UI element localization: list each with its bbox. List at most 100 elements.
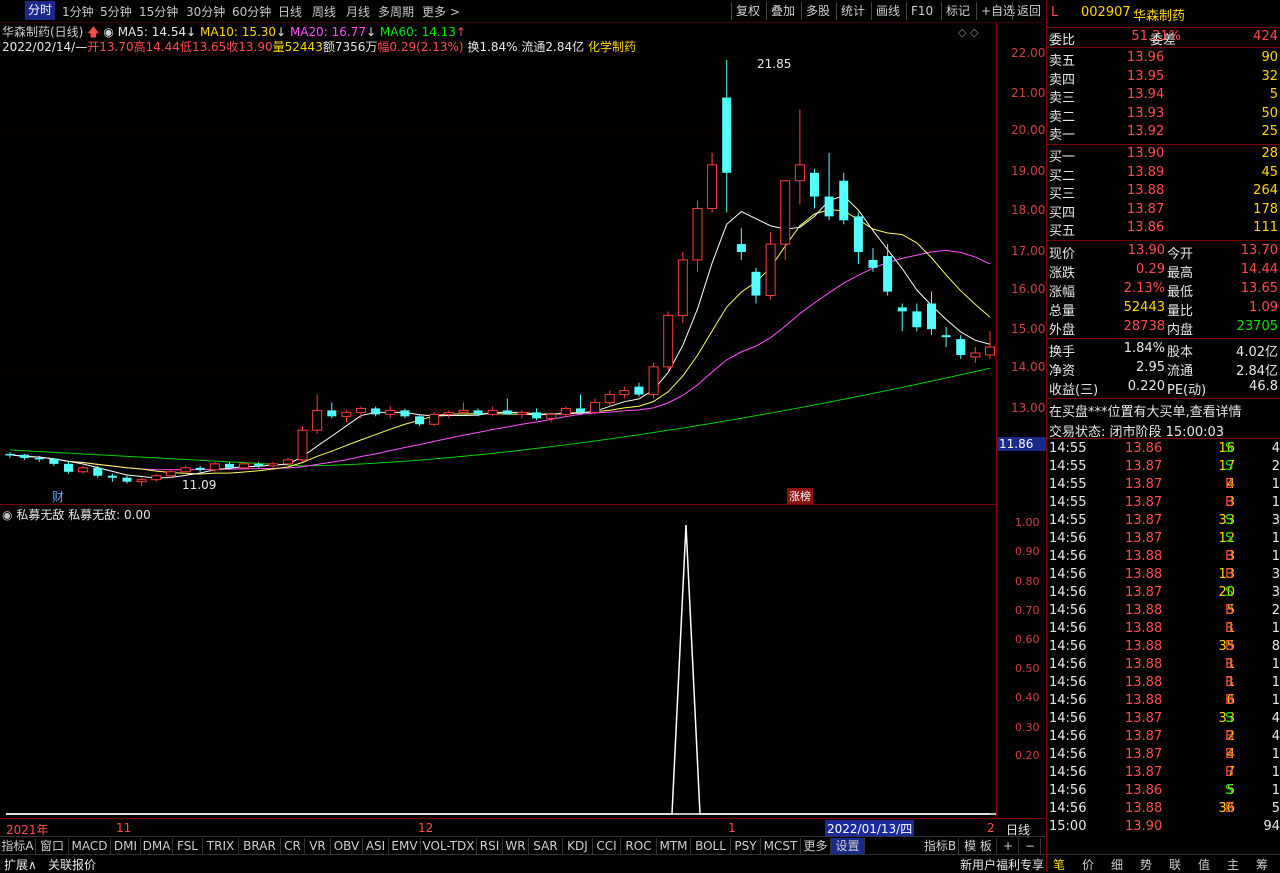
indicator-tab-18[interactable]: CCI: [593, 838, 621, 854]
indicator-tab-25[interactable]: 设置: [831, 838, 865, 854]
big-order-notice[interactable]: 在买盘***位置有大买单,查看详情: [1049, 401, 1242, 420]
indicator-chart[interactable]: [0, 505, 996, 818]
toolbar-button-1[interactable]: 叠加: [766, 2, 799, 20]
quote-tab-1[interactable]: 价: [1082, 856, 1094, 873]
quote-tab-0[interactable]: 笔: [1053, 856, 1065, 873]
indicator-tab-20[interactable]: MTM: [657, 838, 691, 854]
indicator-tab-17[interactable]: KDJ: [563, 838, 593, 854]
quote-tab-5[interactable]: 值: [1198, 856, 1210, 873]
tick-price: 13.87: [1125, 747, 1163, 762]
indicator-tab-6[interactable]: TRIX: [203, 838, 239, 854]
bid-label: 买四: [1049, 205, 1076, 221]
toolbar-button-2[interactable]: 多股: [801, 2, 834, 20]
indicator-tab-12[interactable]: EMV: [389, 838, 421, 854]
indicator-tab-22[interactable]: PSY: [731, 838, 761, 854]
candle-body: [824, 196, 834, 217]
indicator-tab-23[interactable]: MCST: [761, 838, 801, 854]
toolbar-button-0[interactable]: 复权: [731, 2, 764, 20]
toolbar-button-3[interactable]: 统计: [836, 2, 869, 20]
timeframe-6[interactable]: 日线: [278, 3, 302, 20]
ma5-line: [9, 195, 991, 479]
indicator-tab-24[interactable]: 更多: [801, 838, 831, 854]
up-arrow-icon: ↑: [455, 25, 466, 39]
indicator-tab-0[interactable]: 指标A: [0, 838, 36, 854]
indicator-tab-14[interactable]: RSI: [477, 838, 503, 854]
quote-panel: L 002907 华森制药 委比 51.21% 委差 424 卖五 13.96 90 卖四 13.95…: [1046, 0, 1280, 873]
toolbar-button-5[interactable]: F10: [906, 2, 937, 20]
stat-value: 0.29: [1136, 262, 1165, 277]
ask-volume: 90: [1261, 50, 1278, 65]
settings-circle-icon[interactable]: ◉: [103, 25, 113, 39]
candle-body: [663, 314, 674, 368]
tick-row: 14:56 13.88 13 B 3: [1047, 567, 1280, 585]
indicator-tab-10[interactable]: OBV: [331, 838, 363, 854]
right-tab-0[interactable]: 指标B: [922, 838, 959, 854]
candle-body: [956, 339, 966, 355]
timeframe-7[interactable]: 周线: [312, 3, 336, 20]
quote-tab-2[interactable]: 细: [1111, 856, 1123, 873]
timeframe-9[interactable]: 多周期: [378, 3, 414, 20]
stat-row: 总量 52443 量比 1.09: [1047, 300, 1280, 319]
stat-value: 52443: [1123, 300, 1165, 315]
quote-tab-3[interactable]: 势: [1140, 856, 1152, 873]
timeframe-1[interactable]: 1分钟: [62, 3, 94, 20]
timeframe-2[interactable]: 5分钟: [100, 3, 132, 20]
indicator-tab-15[interactable]: WR: [503, 838, 529, 854]
timeframe-8[interactable]: 月线: [346, 3, 370, 20]
expand-button[interactable]: 扩展∧: [4, 856, 37, 873]
toolbar-button-4[interactable]: 画线: [871, 2, 904, 20]
quote-tab-7[interactable]: 筹: [1256, 856, 1268, 873]
right-tab-1[interactable]: 模 板: [960, 838, 997, 854]
indicator-tab-5[interactable]: FSL: [173, 838, 203, 854]
timeframe-4[interactable]: 30分钟: [186, 3, 225, 20]
stat-label: 涨幅: [1049, 285, 1076, 300]
min-price-label: 11.09: [182, 478, 217, 492]
chart-title: 华森制药(日线): [2, 25, 84, 39]
tick-time: 14:56: [1049, 621, 1087, 636]
bid-label: 买三: [1049, 187, 1076, 203]
quote-tab-4[interactable]: 联: [1169, 856, 1181, 873]
divider: [1047, 27, 1280, 28]
indicator-tab-19[interactable]: ROC: [621, 838, 657, 854]
bar-turnover: 换1.84%: [467, 40, 518, 54]
indicator-tab-13[interactable]: VOL-TDX: [421, 838, 477, 854]
quote-tab-6[interactable]: 主: [1227, 856, 1239, 873]
timeframe-0[interactable]: 分时: [25, 1, 56, 20]
tick-row: 14:56 13.88 35 B 8: [1047, 639, 1280, 657]
candlestick-chart[interactable]: [0, 22, 996, 504]
right-tab-3[interactable]: −: [1020, 838, 1041, 854]
timeframe-10[interactable]: 更多 >: [422, 3, 460, 20]
limit-up-marker[interactable]: 涨榜: [787, 488, 813, 504]
indicator-tab-4[interactable]: DMA: [141, 838, 173, 854]
tick-count: 3: [1271, 513, 1280, 528]
cursor-date: 2022/01/13/四: [825, 820, 915, 837]
timeframe-3[interactable]: 15分钟: [139, 3, 178, 20]
tick-time: 15:00: [1049, 819, 1087, 834]
right-tab-2[interactable]: +: [998, 838, 1019, 854]
ask-volume: 25: [1261, 124, 1278, 140]
stat2-label: 净资: [1049, 364, 1076, 379]
toolbar-button-6[interactable]: 标记: [941, 2, 974, 20]
indicator-tab-9[interactable]: VR: [305, 838, 331, 854]
tick-side: B: [1225, 603, 1234, 618]
indicator-tab-2[interactable]: MACD: [69, 838, 111, 854]
new-user-promo[interactable]: 新用户福利专享: [960, 856, 1044, 873]
indicator-tab-11[interactable]: ASI: [363, 838, 389, 854]
indicator-tab-3[interactable]: DMI: [111, 838, 141, 854]
candle-body: [985, 346, 995, 356]
ask-price: 13.93: [1127, 105, 1165, 121]
timeframe-5[interactable]: 60分钟: [232, 3, 271, 20]
toolbar-button-8[interactable]: 返回: [1012, 2, 1045, 20]
finance-marker[interactable]: 财: [52, 488, 64, 505]
indicator-tab-1[interactable]: 窗口: [36, 838, 69, 854]
related-quote-button[interactable]: 关联报价: [48, 856, 96, 873]
tick-count: 3: [1271, 567, 1280, 582]
indicator-tab-7[interactable]: BRAR: [239, 838, 281, 854]
indicator-tab-8[interactable]: CR: [281, 838, 305, 854]
expand-icon[interactable]: ◇ ◇: [958, 26, 978, 39]
candle-body: [736, 244, 746, 252]
indicator-tab-21[interactable]: BOLL: [691, 838, 731, 854]
tick-row: 14:55 13.87 3 B 1: [1047, 495, 1280, 513]
indicator-tab-16[interactable]: SAR: [529, 838, 563, 854]
tick-row: 14:56 13.88 5 B 2: [1047, 603, 1280, 621]
